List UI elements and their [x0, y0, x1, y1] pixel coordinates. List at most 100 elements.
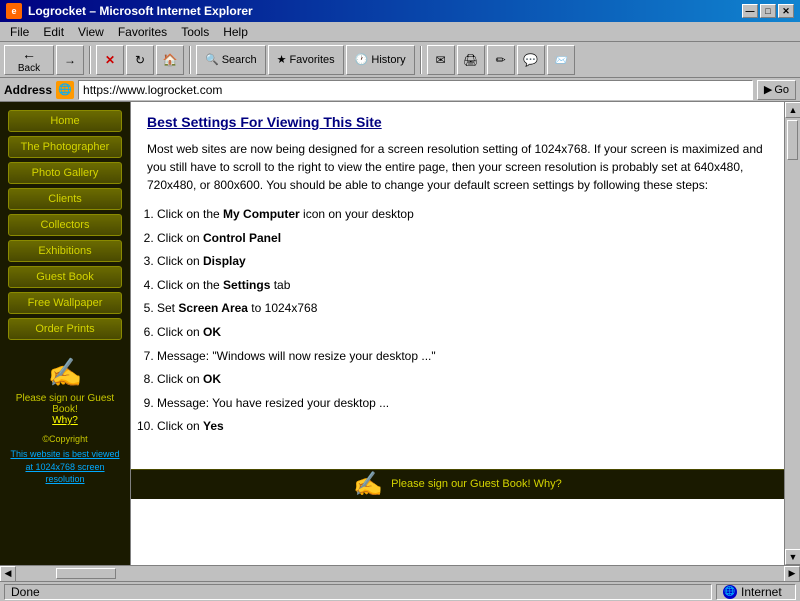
- scroll-down-button[interactable]: ▼: [785, 549, 800, 565]
- forward-icon: →: [64, 53, 76, 67]
- status-bar: Done 🌐 Internet: [0, 581, 800, 601]
- content-intro: Most web sites are now being designed fo…: [147, 140, 768, 194]
- home-button[interactable]: 🏠: [156, 45, 184, 75]
- refresh-button[interactable]: ↻: [126, 45, 154, 75]
- nav-collectors[interactable]: Collectors: [8, 214, 122, 236]
- menu-help[interactable]: Help: [217, 23, 254, 41]
- search-icon: 🔍: [205, 53, 219, 66]
- step-5: Set Screen Area to 1024x768: [157, 298, 768, 320]
- main-content: Best Settings For Viewing This Site Most…: [130, 102, 784, 565]
- step-3-bold: Display: [203, 254, 246, 268]
- step-3: Click on Display: [157, 251, 768, 273]
- steps-list: Click on the My Computer icon on your de…: [147, 204, 768, 438]
- step-1-bold: My Computer: [223, 207, 300, 221]
- zone-label: Internet: [741, 585, 782, 599]
- nav-photo-gallery[interactable]: Photo Gallery: [8, 162, 122, 184]
- discuss-button[interactable]: 💬: [517, 45, 545, 75]
- internet-icon: 🌐: [723, 585, 737, 599]
- step-2: Click on Control Panel: [157, 228, 768, 250]
- step-6-bold: OK: [203, 325, 221, 339]
- menu-tools[interactable]: Tools: [175, 23, 215, 41]
- window-title: Logrocket – Microsoft Internet Explorer: [28, 4, 253, 18]
- scroll-left-button[interactable]: ◀: [0, 566, 16, 582]
- maximize-button[interactable]: □: [760, 4, 776, 18]
- messenger-icon: 📨: [553, 53, 568, 67]
- nav-clients[interactable]: Clients: [8, 188, 122, 210]
- messenger-button[interactable]: 📨: [547, 45, 575, 75]
- scroll-track-v: [785, 118, 800, 549]
- go-label: Go: [774, 84, 789, 96]
- step-5-bold: Screen Area: [178, 301, 248, 315]
- go-button[interactable]: ▶ Go: [757, 80, 796, 100]
- guestbook-prompt: Please sign our Guest Book!: [8, 393, 122, 415]
- history-icon: 🕐: [355, 53, 369, 66]
- scroll-area: Home The Photographer Photo Gallery Clie…: [0, 102, 800, 581]
- menu-bar: File Edit View Favorites Tools Help: [0, 22, 800, 42]
- bottom-teaser: ✍ Please sign our Guest Book! Why?: [131, 469, 784, 499]
- search-button[interactable]: 🔍 Search: [196, 45, 266, 75]
- print-button[interactable]: 🖨: [457, 45, 485, 75]
- nav-order-prints[interactable]: Order Prints: [8, 318, 122, 340]
- menu-edit[interactable]: Edit: [37, 23, 70, 41]
- step-4: Click on the Settings tab: [157, 275, 768, 297]
- edit-icon: ✏: [496, 53, 506, 67]
- content-row: Home The Photographer Photo Gallery Clie…: [0, 102, 800, 565]
- scroll-track-h: [16, 566, 784, 581]
- toolbar: ← Back → ✕ ↻ 🏠 🔍 Search ★ Favorites 🕐 Hi…: [0, 42, 800, 78]
- step-8-bold: OK: [203, 372, 221, 386]
- bottom-teaser-text: Please sign our Guest Book! Why?: [391, 478, 562, 490]
- zone-area: 🌐 Internet: [716, 584, 796, 600]
- star-icon: ★: [277, 53, 287, 66]
- print-icon: 🖨: [463, 53, 478, 67]
- step-10-bold: Yes: [203, 419, 224, 433]
- nav-photographer[interactable]: The Photographer: [8, 136, 122, 158]
- page-body: Home The Photographer Photo Gallery Clie…: [0, 102, 800, 581]
- favorites-label: Favorites: [289, 54, 334, 66]
- nav-guest-book[interactable]: Guest Book: [8, 266, 122, 288]
- go-arrow-icon: ▶: [764, 83, 772, 96]
- address-bar: Address 🌐 ▶ Go: [0, 78, 800, 102]
- status-text-area: Done: [4, 584, 712, 600]
- scroll-thumb-h[interactable]: [56, 568, 116, 579]
- menu-view[interactable]: View: [72, 23, 110, 41]
- back-label: Back: [18, 63, 40, 74]
- step-9: Message: You have resized your desktop .…: [157, 393, 768, 415]
- address-input[interactable]: [78, 80, 753, 100]
- content-title: Best Settings For Viewing This Site: [147, 114, 768, 130]
- history-button[interactable]: 🕐 History: [346, 45, 415, 75]
- sidebar: Home The Photographer Photo Gallery Clie…: [0, 102, 130, 565]
- status-text: Done: [11, 585, 40, 599]
- forward-button[interactable]: →: [56, 45, 84, 75]
- menu-file[interactable]: File: [4, 23, 35, 41]
- menu-favorites[interactable]: Favorites: [112, 23, 173, 41]
- back-button[interactable]: ← Back: [4, 45, 54, 75]
- scroll-thumb-v[interactable]: [787, 120, 798, 160]
- app-icon: e: [6, 3, 22, 19]
- minimize-button[interactable]: —: [742, 4, 758, 18]
- why-link[interactable]: Why?: [52, 415, 78, 426]
- sidebar-footer: ✍ Please sign our Guest Book! Why? ©Copy…: [8, 356, 122, 486]
- history-label: History: [371, 54, 405, 66]
- nav-home[interactable]: Home: [8, 110, 122, 132]
- horizontal-scrollbar: ◀ ▶: [0, 565, 800, 581]
- close-button[interactable]: ✕: [778, 4, 794, 18]
- step-2-bold: Control Panel: [203, 231, 281, 245]
- mail-button[interactable]: ✉: [427, 45, 455, 75]
- browser-window: e Logrocket – Microsoft Internet Explore…: [0, 0, 800, 601]
- guestbook-icon: ✍: [8, 356, 122, 389]
- refresh-icon: ↻: [135, 53, 145, 67]
- toolbar-separator-2: [189, 46, 191, 74]
- nav-free-wallpaper[interactable]: Free Wallpaper: [8, 292, 122, 314]
- scroll-right-button[interactable]: ▶: [784, 566, 800, 582]
- nav-exhibitions[interactable]: Exhibitions: [8, 240, 122, 262]
- favorites-button[interactable]: ★ Favorites: [268, 45, 344, 75]
- scroll-up-button[interactable]: ▲: [785, 102, 800, 118]
- step-7: Message: "Windows will now resize your d…: [157, 346, 768, 368]
- search-label: Search: [222, 54, 257, 66]
- step-1: Click on the My Computer icon on your de…: [157, 204, 768, 226]
- edit-button[interactable]: ✏: [487, 45, 515, 75]
- step-10: Click on Yes: [157, 416, 768, 438]
- title-bar: e Logrocket – Microsoft Internet Explore…: [0, 0, 800, 22]
- stop-button[interactable]: ✕: [96, 45, 124, 75]
- step-8: Click on OK: [157, 369, 768, 391]
